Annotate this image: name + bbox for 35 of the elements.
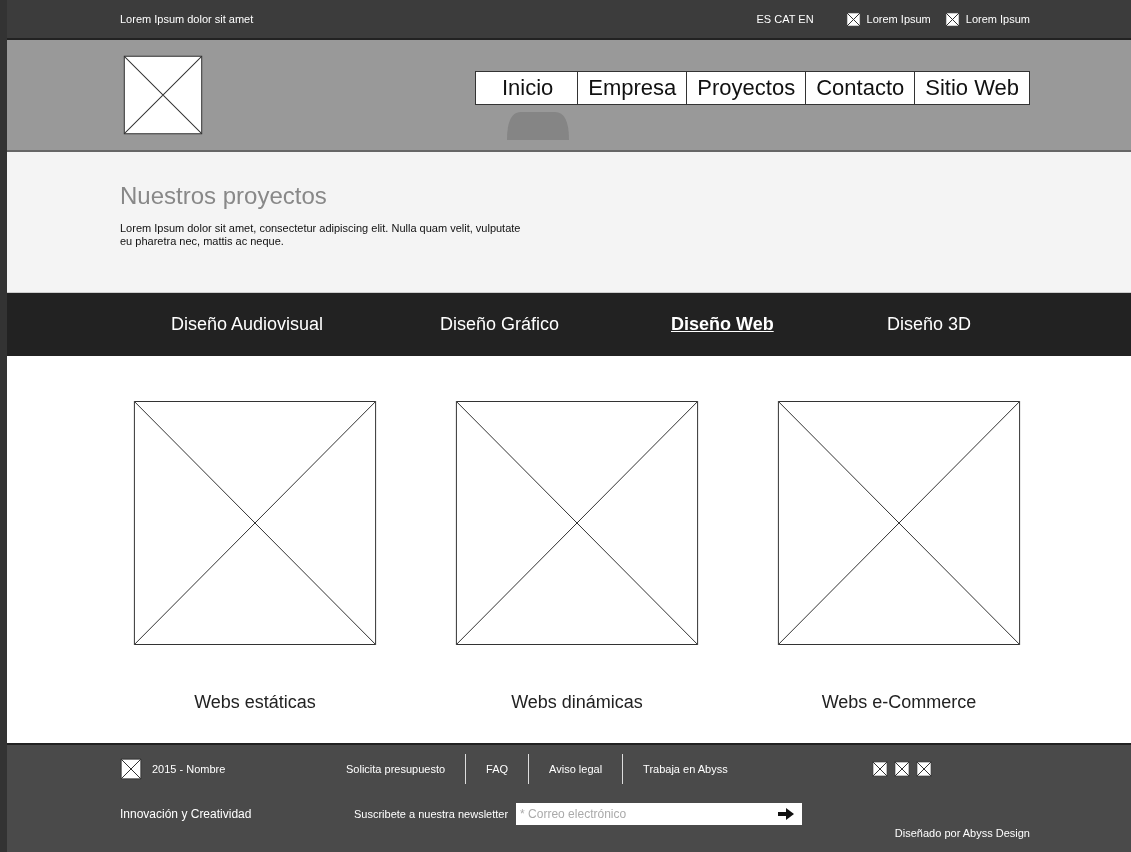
category-tab[interactable]: Diseño Gráfico xyxy=(440,314,671,335)
social-icon xyxy=(894,761,910,777)
email-field[interactable]: * Correo electrónico xyxy=(516,803,775,825)
project-caption: Webs estáticas xyxy=(194,692,316,713)
copyright: 2015 - Nombre xyxy=(152,763,226,775)
image-placeholder-icon xyxy=(845,11,861,27)
arrow-right-icon xyxy=(778,808,795,820)
image-placeholder-icon xyxy=(944,11,960,27)
project-caption: Webs dinámicas xyxy=(511,692,643,713)
category-tab[interactable]: Diseño Web xyxy=(671,314,887,335)
nav-tab[interactable]: Empresa xyxy=(577,72,687,104)
nav-tab[interactable]: Sitio Web xyxy=(914,72,1029,104)
footer-link[interactable]: Aviso legal xyxy=(549,763,603,775)
credit: Diseñado por Abyss Design xyxy=(894,827,1030,839)
project-caption: Webs e-Commerce xyxy=(821,692,977,713)
social-icon xyxy=(916,761,932,777)
section-title: Nuestros proyectos xyxy=(120,182,328,210)
newsletter-label: Suscribete a nuestra newsletter xyxy=(354,808,509,820)
language-links[interactable]: ES CAT EN xyxy=(756,13,814,25)
nav-tab[interactable]: Proyectos xyxy=(686,72,806,104)
tagline: Lorem Ipsum dolor sit amet xyxy=(120,13,254,25)
footer-link[interactable]: Solicita presupuesto xyxy=(346,763,446,775)
category-tab[interactable]: Diseño 3D xyxy=(887,314,1127,335)
image-placeholder-icon xyxy=(120,758,142,780)
submit-button[interactable] xyxy=(774,803,803,825)
top-link[interactable]: Lorem Ipsum xyxy=(965,13,1030,25)
nav-tab[interactable]: Contacto xyxy=(805,72,915,104)
top-link[interactable]: Lorem Ipsum xyxy=(866,13,931,25)
footer-link[interactable]: Trabaja en Abyss xyxy=(643,763,728,775)
footer-link[interactable]: FAQ xyxy=(486,763,509,775)
nav-tab[interactable]: Inicio xyxy=(475,72,578,104)
category-tab[interactable]: Diseño Audiovisual xyxy=(171,314,440,335)
social-icon xyxy=(872,761,888,777)
intro-text: Lorem Ipsum dolor sit amet, consectetur adipiscing elit. Nulla quam velit, vulputate eu pharetra nec, mattis ac neque. xyxy=(120,222,522,249)
slogan: Innovación y Creatividad xyxy=(120,807,253,821)
